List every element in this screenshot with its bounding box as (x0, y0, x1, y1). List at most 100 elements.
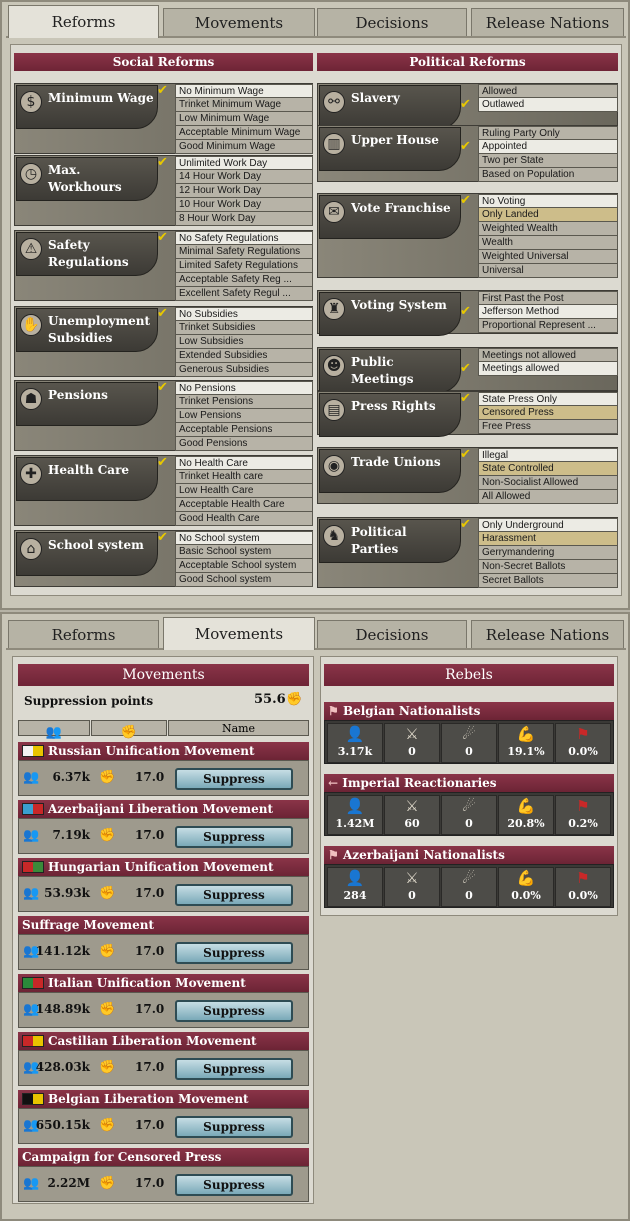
reform-option[interactable]: Based on Population (478, 168, 618, 182)
reform-option[interactable]: Trinket Health care (175, 470, 313, 484)
reform-option[interactable]: State Press Only (478, 392, 618, 406)
rebel-stat-cell: ⚔ 0 (384, 723, 440, 763)
reform-option[interactable]: Acceptable Safety Reg ... (175, 273, 313, 287)
reform-option[interactable]: Meetings allowed (478, 362, 618, 376)
reform-option[interactable]: No Voting (478, 194, 618, 208)
suppress-button[interactable]: Suppress (175, 1174, 293, 1196)
reform-option[interactable]: Meetings not allowed (478, 348, 618, 362)
reform-option[interactable]: Non-Secret Ballots (478, 560, 618, 574)
reform-name: Press Rights (351, 399, 436, 413)
reform-option[interactable]: Weighted Universal (478, 250, 618, 264)
tab-decisions[interactable]: Decisions (317, 620, 467, 649)
reform-option[interactable]: Low Health Care (175, 484, 313, 498)
suppress-button[interactable]: Suppress (175, 768, 293, 790)
reform-option[interactable]: Illegal (478, 448, 618, 462)
reform-safety-regulations: ⚠ Safety Regulations ✔ No Safety Regulation… (14, 230, 313, 301)
movement-name: Suffrage Movement (22, 918, 155, 932)
reform-option[interactable]: 10 Hour Work Day (175, 198, 313, 212)
reform-option[interactable]: No Minimum Wage (175, 84, 313, 98)
reform-option[interactable]: Censored Press (478, 406, 618, 420)
reform-option[interactable]: No Safety Regulations (175, 231, 313, 245)
reform-option[interactable]: Wealth (478, 236, 618, 250)
tab-release-nations[interactable]: Release Nations (471, 8, 624, 37)
reform-option[interactable]: Acceptable Minimum Wage (175, 126, 313, 140)
reform-option[interactable]: Gerrymandering (478, 546, 618, 560)
reform-option[interactable]: Harassment (478, 532, 618, 546)
tab-release-nations[interactable]: Release Nations (471, 620, 624, 649)
reform-unemployment-subsidies: ✋ Unemployment Subsidies ✔ No Subsidies Trin… (14, 306, 313, 377)
reform-option[interactable]: Jefferson Method (478, 305, 618, 319)
reform-option[interactable]: Only Underground (478, 518, 618, 532)
checkmark-icon: ✔ (157, 155, 168, 170)
reform-option[interactable]: 14 Hour Work Day (175, 170, 313, 184)
movement-title: Russian Unification Movement (18, 742, 309, 760)
col-size-header[interactable]: 👥 (18, 720, 90, 740)
reform-options: No School system Basic School system Accep… (175, 531, 313, 587)
tab-reforms[interactable]: Reforms (8, 5, 159, 38)
reform-option[interactable]: State Controlled (478, 462, 618, 476)
reform-option[interactable]: Free Press (478, 420, 618, 434)
reform-option[interactable]: Extended Subsidies (175, 349, 313, 363)
suppress-button[interactable]: Suppress (175, 826, 293, 848)
tab-movements[interactable]: Movements (163, 617, 315, 650)
reform-option[interactable]: Generous Subsidies (175, 363, 313, 377)
reform-option[interactable]: Good Health Care (175, 512, 313, 526)
reform-option[interactable]: Only Landed (478, 208, 618, 222)
reform-option[interactable]: Appointed (478, 140, 618, 154)
reform-option[interactable]: Good Pensions (175, 437, 313, 451)
suppress-button[interactable]: Suppress (175, 1058, 293, 1080)
reform-option[interactable]: Proportional Represent ... (478, 319, 618, 333)
tab-movements[interactable]: Movements (163, 8, 315, 37)
reform-option[interactable]: No School system (175, 531, 313, 545)
reform-option[interactable]: 12 Hour Work Day (175, 184, 313, 198)
suppress-button[interactable]: Suppress (175, 942, 293, 964)
col-name-header[interactable]: Name (168, 720, 309, 736)
reform-option[interactable]: Basic School system (175, 545, 313, 559)
reform-option[interactable]: Two per State (478, 154, 618, 168)
reform-option[interactable]: Unlimited Work Day (175, 156, 313, 170)
reform-option[interactable]: Minimal Safety Regulations (175, 245, 313, 259)
col-radicalism-header[interactable]: ✊ (91, 720, 167, 740)
reform-option[interactable]: No Health Care (175, 456, 313, 470)
rebel-stat-value: 0 (465, 817, 473, 830)
reform-option[interactable]: Non-Socialist Allowed (478, 476, 618, 490)
movement-row: Suffrage Movement 👥 141.12k ✊ 17.0 Suppress (18, 916, 309, 970)
reform-option[interactable]: Trinket Pensions (175, 395, 313, 409)
suppress-button[interactable]: Suppress (175, 1116, 293, 1138)
reform-option[interactable]: Low Pensions (175, 409, 313, 423)
reform-option[interactable]: 8 Hour Work Day (175, 212, 313, 226)
elder-icon: ☗ (20, 388, 42, 410)
reform-option[interactable]: Acceptable Health Care (175, 498, 313, 512)
tab-reforms[interactable]: Reforms (8, 620, 159, 649)
reform-option[interactable]: Excellent Safety Regul ... (175, 287, 313, 301)
reform-option[interactable]: First Past the Post (478, 291, 618, 305)
reform-option[interactable]: Good Minimum Wage (175, 140, 313, 154)
reform-option[interactable]: Trinket Minimum Wage (175, 98, 313, 112)
reform-option[interactable]: Ruling Party Only (478, 126, 618, 140)
suppress-button[interactable]: Suppress (175, 884, 293, 906)
reform-option[interactable]: Limited Safety Regulations (175, 259, 313, 273)
flag-icon (22, 977, 44, 989)
reform-option[interactable]: Trinket Subsidies (175, 321, 313, 335)
reform-option[interactable]: Low Minimum Wage (175, 112, 313, 126)
reform-option[interactable]: Good School system (175, 573, 313, 587)
movement-title: Italian Unification Movement (18, 974, 309, 992)
tab-decisions[interactable]: Decisions (317, 8, 467, 37)
checkmark-icon: ✔ (460, 97, 471, 112)
reform-option[interactable]: Secret Ballots (478, 574, 618, 588)
checkmark-icon: ✔ (460, 517, 471, 532)
reform-option[interactable]: Acceptable Pensions (175, 423, 313, 437)
reform-option[interactable]: Weighted Wealth (478, 222, 618, 236)
suppress-button[interactable]: Suppress (175, 1000, 293, 1022)
reform-option[interactable]: No Subsidies (175, 307, 313, 321)
reform-option[interactable]: No Pensions (175, 381, 313, 395)
checkmark-icon: ✔ (157, 455, 168, 470)
reform-option[interactable]: All Allowed (478, 490, 618, 504)
movement-name: Russian Unification Movement (48, 744, 255, 758)
reform-option[interactable]: Universal (478, 264, 618, 278)
checkmark-icon: ✔ (157, 230, 168, 245)
reform-option[interactable]: Outlawed (478, 98, 618, 112)
reform-option[interactable]: Low Subsidies (175, 335, 313, 349)
reform-option[interactable]: Acceptable School system (175, 559, 313, 573)
reform-option[interactable]: Allowed (478, 84, 618, 98)
